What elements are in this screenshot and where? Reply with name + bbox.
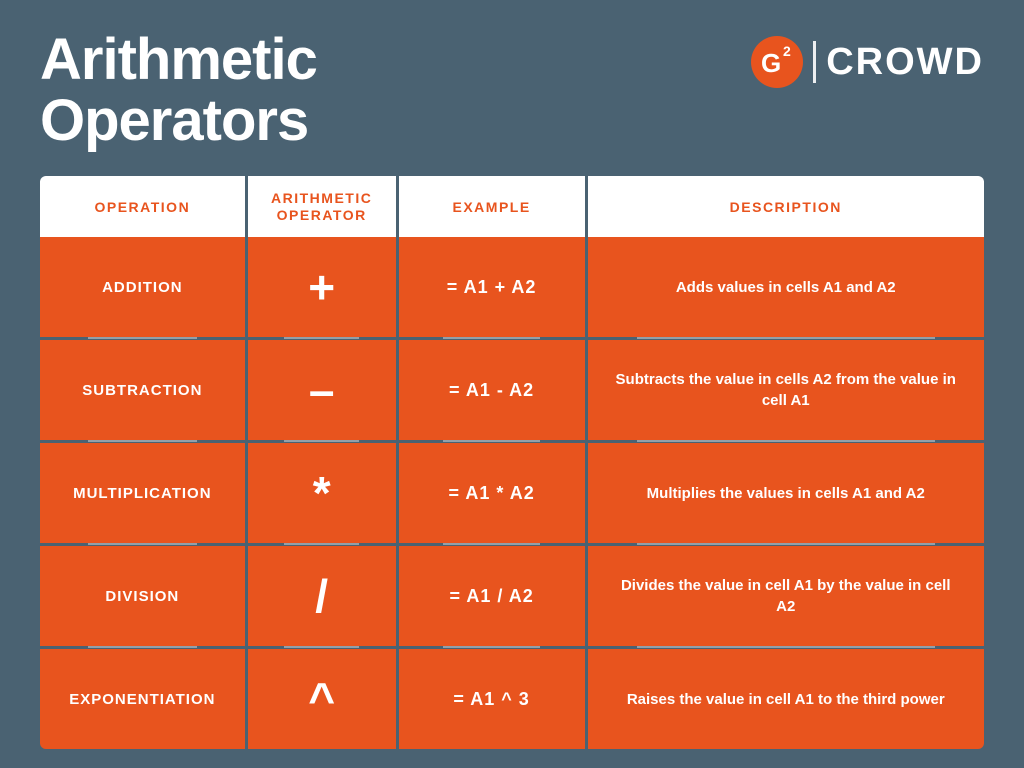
description-text: Adds values in cells A1 and A2 xyxy=(600,237,973,337)
operation-label: ADDITION xyxy=(52,237,233,337)
cell-description: Raises the value in cell A1 to the third… xyxy=(588,649,985,749)
cell-operator: + xyxy=(248,237,399,340)
g2-icon: G 2 xyxy=(751,36,803,88)
cell-operation: DIVISION xyxy=(40,546,248,649)
header: Arithmetic Operators G 2 CROWD xyxy=(40,30,984,152)
cell-operator: * xyxy=(248,443,399,546)
table-wrapper: OPERATION ARITHMETIC OPERATOR EXAMPLE DE… xyxy=(40,176,984,750)
table-row: SUBTRACTION – = A1 - A2 Subtracts the value… xyxy=(40,340,984,443)
logo-divider xyxy=(813,41,816,83)
table-row: MULTIPLICATION * = A1 * A2 Multiplies the v… xyxy=(40,443,984,546)
operator-symbol: + xyxy=(308,264,335,310)
cell-operator: – xyxy=(248,340,399,443)
cell-operation: EXPONENTIATION xyxy=(40,649,248,749)
page-title: Arithmetic Operators xyxy=(40,30,317,152)
description-text: Subtracts the value in cells A2 from the… xyxy=(600,340,973,440)
cell-description: Divides the value in cell A1 by the valu… xyxy=(588,546,985,649)
operation-label: MULTIPLICATION xyxy=(52,443,233,543)
example-label: = A1 ^ 3 xyxy=(411,649,573,749)
example-label: = A1 * A2 xyxy=(411,443,573,543)
cell-description: Adds values in cells A1 and A2 xyxy=(588,237,985,340)
table-row: EXPONENTIATION ^ = A1 ^ 3 Raises the value … xyxy=(40,649,984,749)
cell-example: = A1 - A2 xyxy=(399,340,588,443)
cell-example: = A1 / A2 xyxy=(399,546,588,649)
cell-description: Multiplies the values in cells A1 and A2 xyxy=(588,443,985,546)
operation-label: SUBTRACTION xyxy=(52,340,233,440)
th-operation: OPERATION xyxy=(40,176,248,238)
svg-text:G: G xyxy=(761,48,781,78)
arithmetic-table: OPERATION ARITHMETIC OPERATOR EXAMPLE DE… xyxy=(40,176,984,750)
description-text: Raises the value in cell A1 to the third… xyxy=(600,649,973,749)
th-operator: ARITHMETIC OPERATOR xyxy=(248,176,399,238)
operator-symbol: ^ xyxy=(308,676,335,722)
cell-operator: ^ xyxy=(248,649,399,749)
description-text: Multiplies the values in cells A1 and A2 xyxy=(600,443,973,543)
example-label: = A1 - A2 xyxy=(411,340,573,440)
th-example: EXAMPLE xyxy=(399,176,588,238)
cell-example: = A1 + A2 xyxy=(399,237,588,340)
example-label: = A1 / A2 xyxy=(411,546,573,646)
table-row: DIVISION / = A1 / A2 Divides the value in c… xyxy=(40,546,984,649)
brand-name: CROWD xyxy=(826,41,984,84)
operator-symbol: – xyxy=(309,367,335,413)
logo-area: G 2 CROWD xyxy=(751,36,984,88)
operation-label: EXPONENTIATION xyxy=(52,649,233,749)
svg-text:2: 2 xyxy=(783,43,791,59)
cell-operation: MULTIPLICATION xyxy=(40,443,248,546)
th-description: DESCRIPTION xyxy=(588,176,985,238)
table-header-row: OPERATION ARITHMETIC OPERATOR EXAMPLE DE… xyxy=(40,176,984,238)
example-label: = A1 + A2 xyxy=(411,237,573,337)
cell-description: Subtracts the value in cells A2 from the… xyxy=(588,340,985,443)
cell-operation: ADDITION xyxy=(40,237,248,340)
operator-symbol: * xyxy=(313,470,331,516)
operator-symbol: / xyxy=(315,573,328,619)
table-row: ADDITION + = A1 + A2 Adds values in cells A… xyxy=(40,237,984,340)
cell-operation: SUBTRACTION xyxy=(40,340,248,443)
cell-example: = A1 * A2 xyxy=(399,443,588,546)
operation-label: DIVISION xyxy=(52,546,233,646)
page-container: Arithmetic Operators G 2 CROWD OPERATION… xyxy=(0,0,1024,768)
cell-example: = A1 ^ 3 xyxy=(399,649,588,749)
cell-operator: / xyxy=(248,546,399,649)
description-text: Divides the value in cell A1 by the valu… xyxy=(600,546,973,646)
